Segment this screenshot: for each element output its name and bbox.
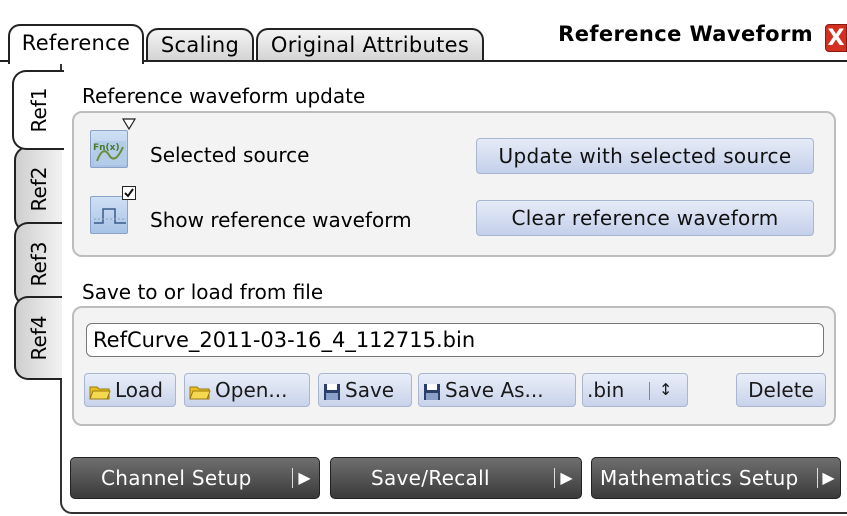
channel-setup-button[interactable]: Channel Setup ▶: [70, 457, 320, 499]
show-reference-checkbox[interactable]: [122, 186, 136, 200]
tab-scaling-label: Scaling: [160, 33, 240, 57]
source-function-icon[interactable]: Fn(x): [90, 130, 128, 168]
delete-button-label: Delete: [748, 378, 814, 402]
update-section-title: Reference waveform update: [82, 84, 366, 108]
mathematics-setup-label: Mathematics Setup: [600, 466, 799, 490]
file-format-select[interactable]: .bin ↕: [582, 373, 688, 407]
checkmark-icon: [124, 188, 134, 198]
update-with-selected-source-button[interactable]: Update with selected source: [476, 138, 814, 174]
close-icon: X: [827, 26, 845, 51]
mathematics-setup-button[interactable]: Mathematics Setup ▶: [591, 457, 841, 499]
tab-scaling[interactable]: Scaling: [146, 28, 254, 60]
selected-source-label: Selected source: [150, 143, 310, 167]
open-button-label: Open...: [215, 378, 288, 402]
clear-reference-waveform-button[interactable]: Clear reference waveform: [476, 200, 814, 236]
tab-reference-label: Reference: [21, 31, 131, 55]
floppy-disk-icon: [424, 383, 440, 400]
side-tab-ref1-label: Ref1: [27, 87, 51, 133]
save-as-button[interactable]: Save As...: [418, 373, 576, 407]
dialog-title: Reference Waveform: [558, 22, 813, 46]
side-tab-ref3[interactable]: Ref3: [14, 222, 62, 306]
side-tab-ref4[interactable]: Ref4: [14, 296, 62, 380]
save-recall-button[interactable]: Save/Recall ▶: [330, 457, 582, 499]
filename-field[interactable]: [86, 323, 824, 357]
tab-original-attributes[interactable]: Original Attributes: [256, 28, 484, 60]
side-tab-ref3-label: Ref3: [27, 241, 51, 287]
delete-button[interactable]: Delete: [736, 373, 826, 407]
arrow-right-icon: ▶: [560, 468, 573, 487]
side-tab-ref2[interactable]: Ref2: [14, 146, 62, 232]
save-button[interactable]: Save: [318, 373, 412, 407]
save-recall-label: Save/Recall: [371, 466, 490, 490]
separator: [292, 468, 293, 488]
update-button-label: Update with selected source: [498, 144, 792, 168]
tab-reference[interactable]: Reference: [8, 24, 144, 64]
pulse-waveform-icon: [94, 208, 126, 224]
arrow-right-icon: ▶: [822, 468, 835, 487]
save-button-label: Save: [345, 378, 395, 402]
source-icon-text: Fn(x): [93, 143, 120, 153]
close-button[interactable]: X: [825, 24, 847, 52]
dropdown-triangle-icon: [122, 118, 136, 130]
up-down-arrows-icon: ↕: [659, 380, 673, 399]
save-as-button-label: Save As...: [445, 378, 544, 402]
folder-icon: [89, 386, 111, 399]
side-tab-ref1[interactable]: Ref1: [12, 70, 64, 150]
clear-button-label: Clear reference waveform: [511, 206, 779, 230]
load-button[interactable]: Load: [84, 373, 176, 407]
channel-setup-label: Channel Setup: [101, 466, 252, 490]
file-format-value: .bin: [587, 378, 625, 402]
file-section-title: Save to or load from file: [82, 280, 324, 304]
floppy-disk-icon: [324, 383, 340, 400]
side-tab-ref4-label: Ref4: [27, 315, 51, 361]
folder-icon: [189, 386, 211, 399]
show-reference-label: Show reference waveform: [150, 208, 412, 232]
waveform-icon[interactable]: [90, 196, 128, 234]
separator: [554, 468, 555, 488]
tab-original-attributes-label: Original Attributes: [270, 33, 470, 57]
separator: [817, 468, 818, 488]
arrow-right-icon: ▶: [298, 468, 311, 487]
open-button[interactable]: Open...: [184, 373, 310, 407]
load-button-label: Load: [115, 378, 163, 402]
side-tab-ref2-label: Ref2: [27, 166, 51, 212]
format-divider: [649, 382, 650, 400]
